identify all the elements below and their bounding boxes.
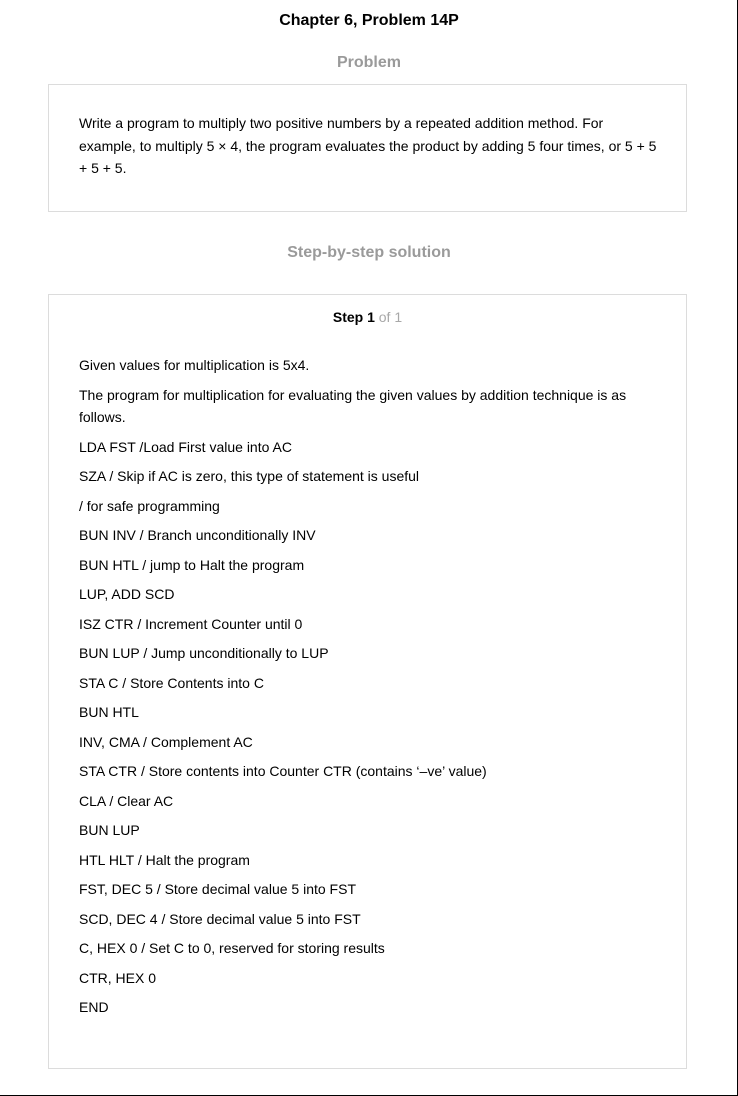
solution-line: BUN HTL / jump to Halt the program <box>79 556 305 573</box>
solution-line: HTL HLT / Halt the program <box>79 851 250 868</box>
solution-line: ISZ CTR / Increment Counter until 0 <box>79 615 303 632</box>
solution-line: STA CTR / Store contents into Counter CT… <box>79 763 487 779</box>
solution-line: SZA / Skip if AC is zero, this type of s… <box>79 468 420 484</box>
solution-line: SCD, DEC 4 / Store decimal value 5 into … <box>79 910 361 927</box>
solution-line: BUN LUP / Jump unconditionally to LUP <box>79 645 329 661</box>
solution-line: CLA / Clear AC <box>79 792 174 809</box>
solution-line: / for safe programming <box>79 497 220 514</box>
solution-heading: Step-by-step solution <box>287 244 451 261</box>
problem-heading: Problem <box>336 54 401 71</box>
chapter-title: Chapter 6, Problem 14P <box>279 12 459 29</box>
solution-line: The program for multiplication for evalu… <box>79 386 627 426</box>
solution-line: FST, DEC 5 / Store decimal value 5 into … <box>79 881 356 897</box>
solution-line: BUN LUP <box>79 822 140 838</box>
solution-line: BUN INV / Branch unconditionally INV <box>79 527 316 543</box>
solution-line: BUN HTL <box>79 704 139 720</box>
problem-box: Write a program to multiply two positive… <box>48 84 687 212</box>
solution-line: LDA FST /Load First value into AC <box>79 438 292 455</box>
solution-line: END <box>79 999 109 1015</box>
solution-line: LUP, ADD SCD <box>79 586 175 602</box>
solution-line: C, HEX 0 / Set C to 0, reserved for stor… <box>79 940 385 956</box>
solution-line: Given values for multiplication is 5x4. <box>79 357 310 373</box>
solution-line: CTR, HEX 0 <box>79 969 157 986</box>
solution-box: Step 1 of 1 Given values for multiplicat… <box>48 294 687 1069</box>
solution-line: INV, CMA / Complement AC <box>79 733 253 750</box>
solution-line: STA C / Store Contents into C <box>79 674 264 691</box>
step-header: Step 1 of 1 <box>49 307 686 327</box>
step-of: of 1 <box>378 309 403 325</box>
solution-lines: Given values for multiplication is 5x4. … <box>79 354 659 1026</box>
problem-text: Write a program to multiply two positive… <box>79 115 657 176</box>
step-label: Step 1 <box>332 309 375 325</box>
